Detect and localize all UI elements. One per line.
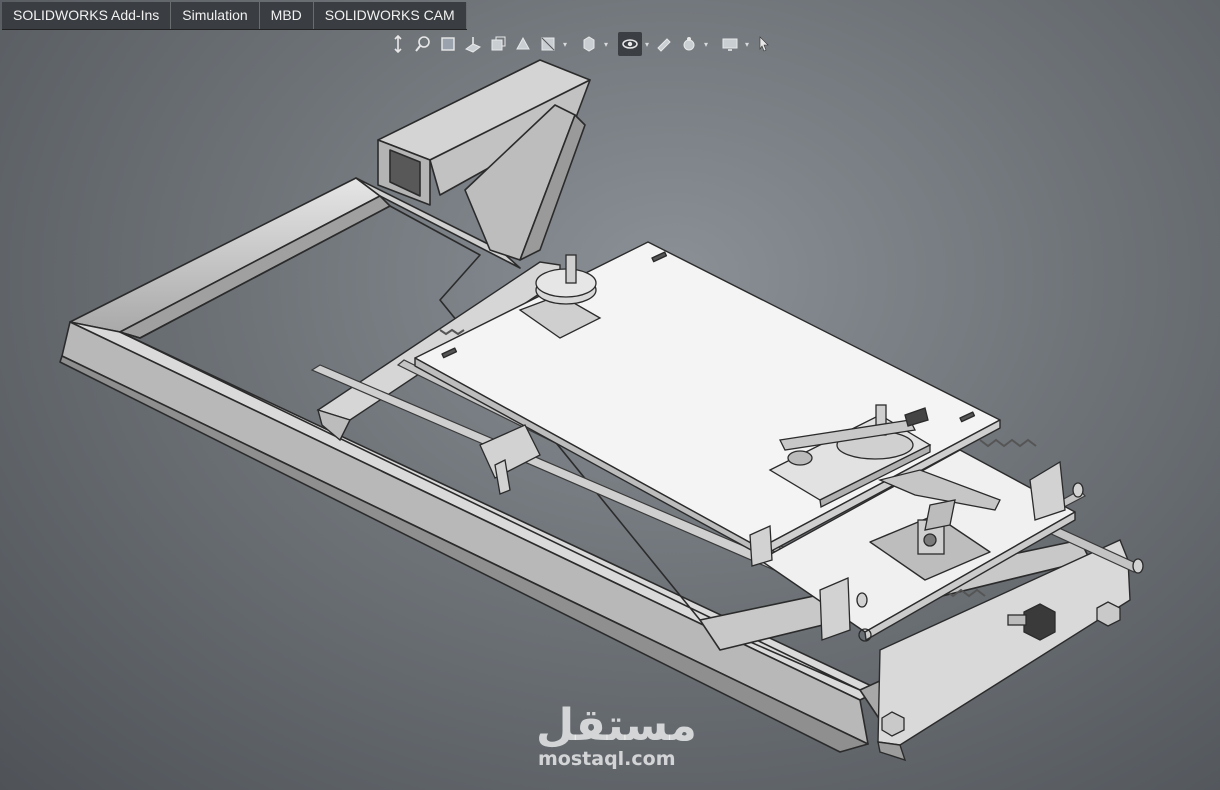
display-style-dropdown[interactable]: ▾: [561, 32, 569, 56]
hide-show-dropdown[interactable]: ▾: [602, 32, 610, 56]
view-settings-dropdown[interactable]: ▾: [702, 32, 710, 56]
zoom-to-fit-icon[interactable]: [386, 32, 410, 56]
previous-view-icon[interactable]: [436, 32, 460, 56]
graphics-area[interactable]: [0, 0, 1220, 790]
tab-solidworks-cam[interactable]: SOLIDWORKS CAM: [314, 2, 467, 29]
view-orientation-icon[interactable]: [511, 32, 535, 56]
tab-simulation[interactable]: Simulation: [171, 2, 260, 29]
section-view-icon[interactable]: [461, 32, 485, 56]
tab-solidworks-add-ins[interactable]: SOLIDWORKS Add-Ins: [2, 2, 172, 29]
display-style-icon[interactable]: [536, 32, 560, 56]
select-pointer-icon[interactable]: [752, 32, 776, 56]
zoom-to-area-icon[interactable]: [411, 32, 435, 56]
monitor-dropdown[interactable]: ▾: [743, 32, 751, 56]
heads-up-view-toolbar: ▾ ▾ ▾ ▾ ▾: [386, 31, 776, 57]
watermark-arabic: مستقل: [536, 700, 697, 751]
hide-show-items-icon[interactable]: [577, 32, 601, 56]
apply-scene-icon[interactable]: [652, 32, 676, 56]
edit-appearance-icon[interactable]: [618, 32, 642, 56]
dynamic-annotation-icon[interactable]: [486, 32, 510, 56]
view-settings-icon[interactable]: [677, 32, 701, 56]
appearance-dropdown[interactable]: ▾: [643, 32, 651, 56]
tab-mbd[interactable]: MBD: [260, 2, 314, 29]
monitor-icon[interactable]: [718, 32, 742, 56]
watermark-site: mostaql.com: [538, 748, 676, 770]
command-manager-tabs: SOLIDWORKS Add-Ins Simulation MBD SOLIDW…: [2, 2, 467, 30]
